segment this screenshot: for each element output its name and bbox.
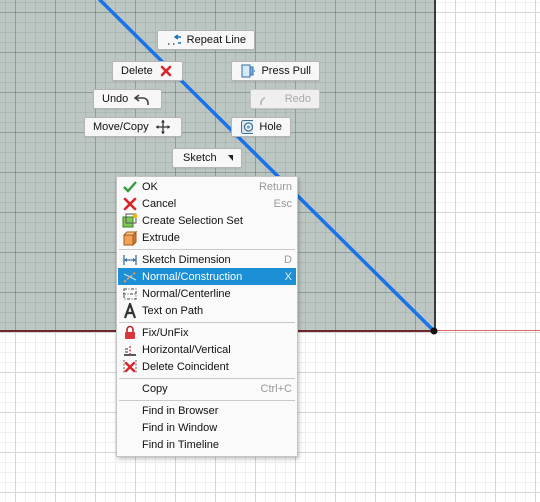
repeat-line-label: Repeat Line <box>186 34 246 46</box>
menu-item-find-in-timeline[interactable]: Find in Timeline <box>118 436 296 453</box>
centerline-icon <box>118 287 142 301</box>
menu-separator <box>119 378 295 379</box>
sketch-label: Sketch <box>183 152 217 164</box>
menu-item-delete-coincident[interactable]: Delete Coincident <box>118 358 296 375</box>
undo-button[interactable]: Undo <box>93 89 162 109</box>
menu-separator <box>119 400 295 401</box>
menu-separator <box>119 322 295 323</box>
menu-item-ok[interactable]: OK Return <box>118 178 296 195</box>
menu-item-text-on-path[interactable]: Text on Path <box>118 302 296 319</box>
move-copy-button[interactable]: Move/Copy <box>84 117 182 137</box>
delete-label: Delete <box>121 65 153 77</box>
sketch-dropdown-button[interactable]: Sketch <box>172 148 242 168</box>
undo-label: Undo <box>102 93 129 105</box>
undo-icon <box>134 94 150 105</box>
press-pull-icon <box>241 64 256 78</box>
delete-icon <box>160 65 172 77</box>
menu-item-normal-centerline[interactable]: Normal/Centerline <box>118 285 296 302</box>
delete-coincident-icon <box>118 359 142 374</box>
press-pull-button[interactable]: Press Pull <box>231 61 320 81</box>
redo-icon <box>260 97 265 105</box>
menu-item-extrude[interactable]: Extrude <box>118 229 296 246</box>
selection-set-icon <box>118 213 142 228</box>
check-icon <box>118 180 142 194</box>
hole-label: Hole <box>259 121 282 133</box>
lock-icon <box>118 325 142 340</box>
chevron-down-icon <box>227 155 233 161</box>
construction-icon <box>118 270 142 284</box>
redo-label: Redo <box>284 93 311 105</box>
move-copy-label: Move/Copy <box>93 121 149 133</box>
hole-icon <box>241 120 254 134</box>
text-icon <box>118 302 142 319</box>
repeat-line-icon <box>168 34 181 45</box>
menu-item-sketch-dimension[interactable]: Sketch Dimension D <box>118 251 296 268</box>
horizontal-vertical-icon <box>118 343 142 357</box>
menu-separator <box>119 249 295 250</box>
press-pull-label: Press Pull <box>261 65 311 77</box>
menu-item-copy[interactable]: Copy Ctrl+C <box>118 380 296 397</box>
menu-item-create-selection-set[interactable]: Create Selection Set <box>118 212 296 229</box>
dimension-icon <box>118 253 142 267</box>
menu-item-fix-unfix[interactable]: Fix/UnFix <box>118 324 296 341</box>
delete-button[interactable]: Delete <box>112 61 183 81</box>
hole-button[interactable]: Hole <box>231 117 291 137</box>
line-endpoint[interactable] <box>430 327 438 335</box>
extrude-icon <box>118 230 142 246</box>
menu-item-find-in-browser[interactable]: Find in Browser <box>118 402 296 419</box>
menu-item-horizontal-vertical[interactable]: Horizontal/Vertical <box>118 341 296 358</box>
context-menu: OK Return Cancel Esc Create Selection Se… <box>116 176 298 457</box>
menu-item-find-in-window[interactable]: Find in Window <box>118 419 296 436</box>
move-icon <box>155 120 170 134</box>
cross-icon <box>118 197 142 211</box>
repeat-line-button[interactable]: Repeat Line <box>157 30 255 50</box>
redo-button[interactable]: Redo <box>250 89 320 109</box>
menu-item-cancel[interactable]: Cancel Esc <box>118 195 296 212</box>
menu-item-normal-construction[interactable]: Normal/Construction X <box>118 268 296 285</box>
